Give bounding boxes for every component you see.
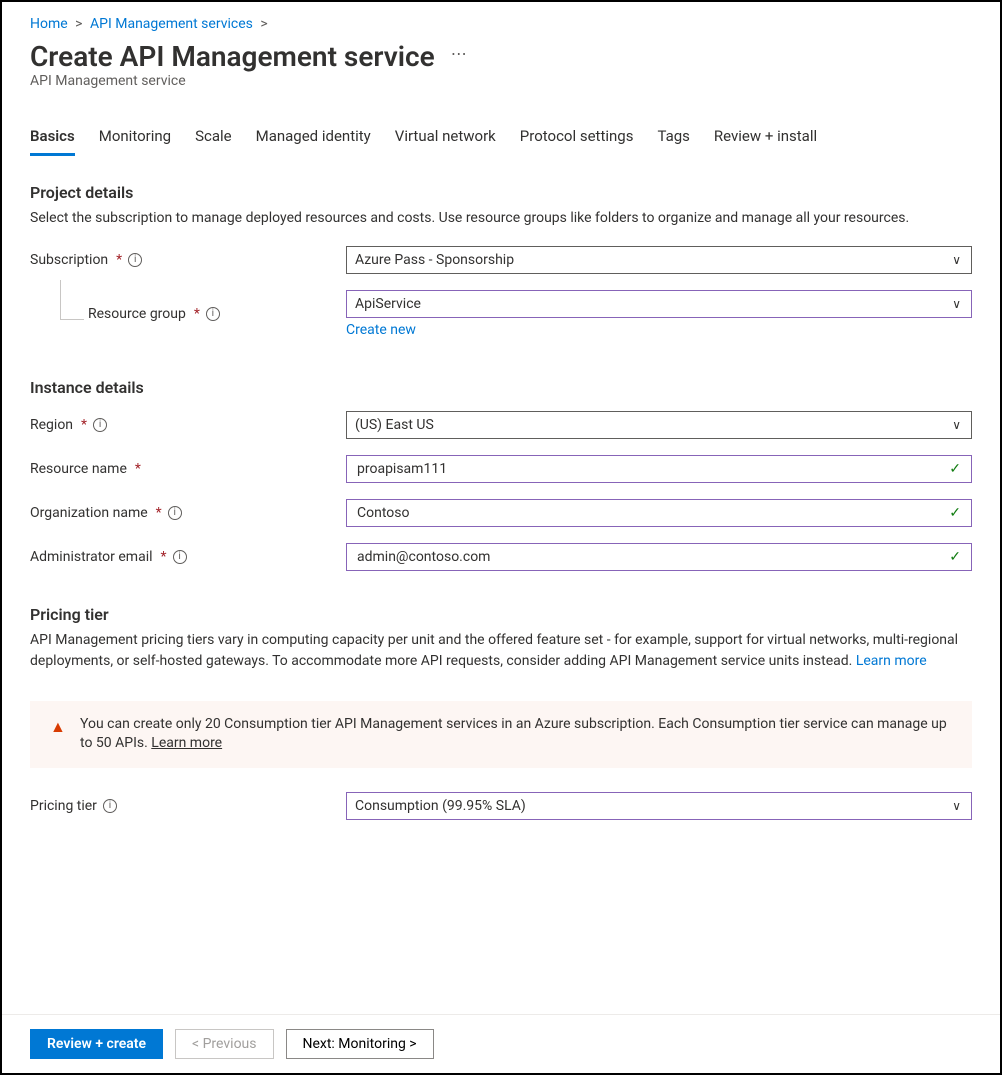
consumption-tier-banner: ▲ You can create only 20 Consumption tie… <box>30 701 972 768</box>
subscription-select[interactable]: Azure Pass - Sponsorship ∨ <box>346 246 972 274</box>
tab-managed-identity[interactable]: Managed identity <box>256 127 371 156</box>
chevron-down-icon: ∨ <box>952 418 961 432</box>
info-icon[interactable]: i <box>128 253 142 267</box>
check-icon: ✓ <box>949 461 961 477</box>
next-button[interactable]: Next: Monitoring > <box>286 1029 434 1059</box>
tab-basics[interactable]: Basics <box>30 127 75 156</box>
banner-learn-more-link[interactable]: Learn more <box>151 735 222 751</box>
page-title: Create API Management service <box>30 40 435 73</box>
resource-group-value: ApiService <box>355 296 421 312</box>
pricing-tier-description: API Management pricing tiers vary in com… <box>30 630 972 671</box>
breadcrumb-apim[interactable]: API Management services <box>90 16 253 32</box>
tab-review-install[interactable]: Review + install <box>714 127 817 156</box>
info-icon[interactable]: i <box>206 307 220 321</box>
tab-virtual-network[interactable]: Virtual network <box>395 127 496 156</box>
organization-name-input-wrap: ✓ <box>346 499 972 527</box>
tabs: Basics Monitoring Scale Managed identity… <box>30 127 972 157</box>
resource-name-input[interactable] <box>355 460 963 478</box>
info-icon[interactable]: i <box>103 799 117 813</box>
breadcrumb: Home > API Management services > <box>30 16 972 32</box>
info-icon[interactable]: i <box>93 418 107 432</box>
resource-group-label: Resource group <box>88 306 186 322</box>
project-details-heading: Project details <box>30 183 972 202</box>
resource-group-select[interactable]: ApiService ∨ <box>346 290 972 318</box>
tab-tags[interactable]: Tags <box>657 127 689 156</box>
warning-icon: ▲ <box>50 716 66 738</box>
required-icon: * <box>81 417 87 433</box>
pricing-tier-label: Pricing tier <box>30 798 97 814</box>
subscription-value: Azure Pass - Sponsorship <box>355 252 514 268</box>
required-icon: * <box>116 252 122 268</box>
organization-name-label: Organization name <box>30 505 148 521</box>
chevron-down-icon: ∨ <box>952 297 961 311</box>
pricing-tier-select[interactable]: Consumption (99.95% SLA) ∨ <box>346 792 972 820</box>
chevron-down-icon: ∨ <box>952 253 961 267</box>
admin-email-label: Administrator email <box>30 549 153 565</box>
more-icon[interactable]: ⋯ <box>451 44 469 63</box>
region-label: Region <box>30 417 73 433</box>
info-icon[interactable]: i <box>168 506 182 520</box>
chevron-down-icon: ∨ <box>952 799 961 813</box>
pricing-tier-value: Consumption (99.95% SLA) <box>355 798 526 814</box>
project-details-description: Select the subscription to manage deploy… <box>30 208 972 228</box>
pricing-learn-more-link[interactable]: Learn more <box>856 653 927 669</box>
check-icon: ✓ <box>949 549 961 565</box>
organization-name-input[interactable] <box>355 504 963 522</box>
pricing-tier-heading: Pricing tier <box>30 605 972 624</box>
page-subtitle: API Management service <box>30 73 972 89</box>
breadcrumb-sep: > <box>260 16 267 32</box>
footer: Review + create < Previous Next: Monitor… <box>2 1014 1000 1073</box>
resource-name-label: Resource name <box>30 461 127 477</box>
required-icon: * <box>161 549 167 565</box>
required-icon: * <box>135 461 141 477</box>
breadcrumb-home[interactable]: Home <box>30 16 68 32</box>
check-icon: ✓ <box>949 505 961 521</box>
instance-details-heading: Instance details <box>30 378 972 397</box>
resource-name-input-wrap: ✓ <box>346 455 972 483</box>
tree-line <box>60 280 84 320</box>
tab-monitoring[interactable]: Monitoring <box>99 127 171 156</box>
region-select[interactable]: (US) East US ∨ <box>346 411 972 439</box>
info-icon[interactable]: i <box>173 550 187 564</box>
create-new-link[interactable]: Create new <box>346 322 416 338</box>
review-create-button[interactable]: Review + create <box>30 1029 163 1059</box>
required-icon: * <box>156 505 162 521</box>
region-value: (US) East US <box>355 417 434 433</box>
required-icon: * <box>194 306 200 322</box>
tab-scale[interactable]: Scale <box>195 127 232 156</box>
breadcrumb-sep: > <box>75 16 82 32</box>
admin-email-input-wrap: ✓ <box>346 543 972 571</box>
previous-button: < Previous <box>175 1029 273 1059</box>
tab-protocol-settings[interactable]: Protocol settings <box>520 127 634 156</box>
subscription-label: Subscription <box>30 252 108 268</box>
admin-email-input[interactable] <box>355 548 963 566</box>
